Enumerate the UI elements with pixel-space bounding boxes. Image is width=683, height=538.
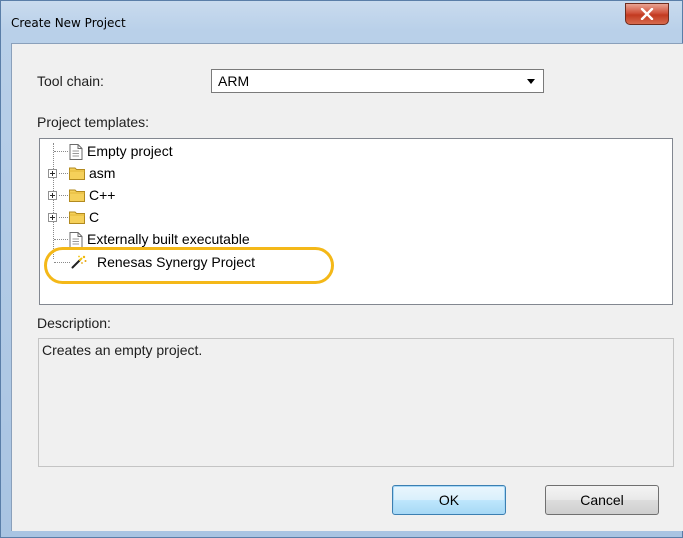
tree-item-label: Empty project <box>87 143 173 159</box>
toolchain-label: Tool chain: <box>37 73 104 89</box>
tree-item-cpp[interactable]: C++ <box>40 185 672 207</box>
wizard-wand-icon <box>71 255 87 269</box>
expand-plus-icon[interactable] <box>48 169 57 178</box>
folder-icon <box>69 167 85 180</box>
tree-item-empty-project[interactable]: Empty project <box>40 141 672 163</box>
description-text: Creates an empty project. <box>42 342 203 358</box>
tree-item-renesas-synergy-project[interactable]: Renesas Synergy Project <box>40 252 672 274</box>
tree-branch-line <box>59 173 68 174</box>
title-bar[interactable]: Create New Project <box>1 1 682 41</box>
dialog-content: Tool chain: ARM Project templates: Empty… <box>11 43 683 531</box>
expand-plus-icon[interactable] <box>48 213 57 222</box>
folder-icon <box>69 189 85 202</box>
tree-item-label: C++ <box>89 187 116 203</box>
tree-branch-line <box>54 262 70 263</box>
tree-branch-line <box>54 151 68 152</box>
description-label: Description: <box>37 315 111 331</box>
description-box: Creates an empty project. <box>38 338 674 467</box>
dialog-window: Create New Project Tool chain: ARM Proje… <box>0 0 683 538</box>
close-icon <box>640 8 654 20</box>
tree-item-label: Renesas Synergy Project <box>97 254 255 270</box>
tree-branch-line <box>59 195 68 196</box>
folder-icon <box>69 211 85 224</box>
tree-item-c[interactable]: C <box>40 207 672 229</box>
cancel-button[interactable]: Cancel <box>545 485 659 515</box>
tree-item-label: C <box>89 209 100 225</box>
toolchain-selected-value: ARM <box>218 73 250 89</box>
tree-branch-line <box>54 239 68 240</box>
project-templates-label: Project templates: <box>37 114 150 130</box>
project-templates-tree[interactable]: Empty project asm C++ C Externally built… <box>39 138 673 305</box>
expand-plus-icon[interactable] <box>48 191 57 200</box>
toolchain-select[interactable]: ARM <box>211 69 544 93</box>
chevron-down-icon[interactable] <box>527 79 535 84</box>
tree-item-label: asm <box>89 165 116 181</box>
document-icon <box>69 144 83 160</box>
close-button[interactable] <box>625 3 669 25</box>
tree-item-asm[interactable]: asm <box>40 163 672 185</box>
tree-branch-line <box>59 217 68 218</box>
tree-item-label: Externally built executable <box>87 231 250 247</box>
document-icon <box>69 232 83 248</box>
ok-button[interactable]: OK <box>392 485 506 515</box>
tree-item-externally-built-executable[interactable]: Externally built executable <box>40 229 672 251</box>
window-title: Create New Project <box>11 16 126 30</box>
